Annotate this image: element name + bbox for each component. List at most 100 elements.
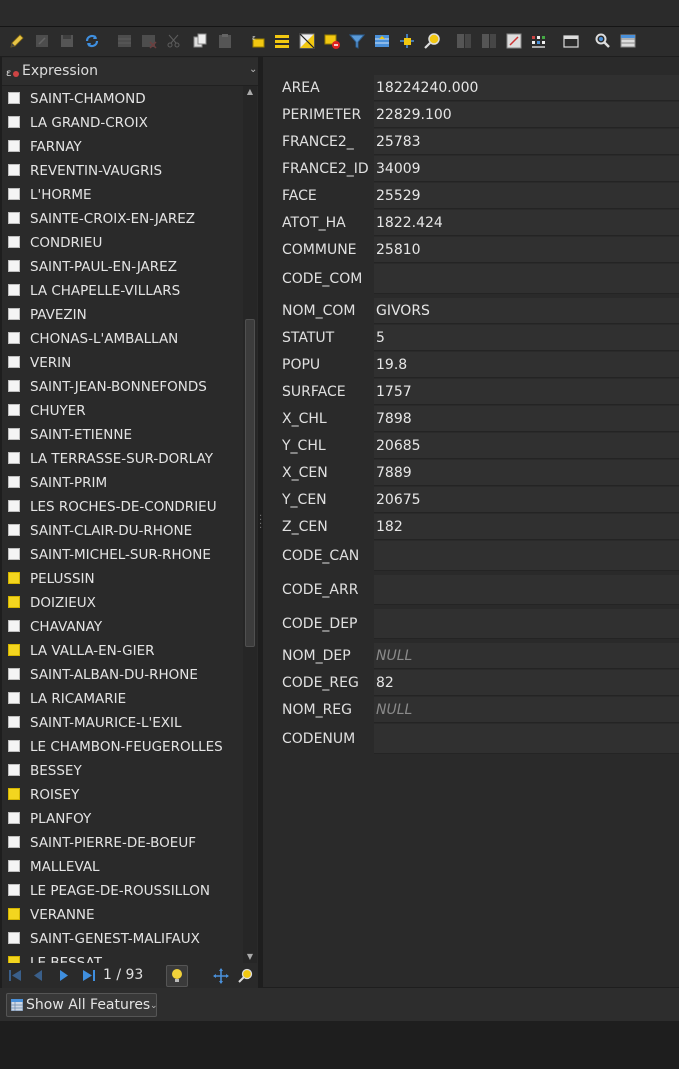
list-item[interactable]: MALLEVAL <box>2 855 243 879</box>
feature-checkbox[interactable] <box>8 92 20 104</box>
field-value-input[interactable]: 18224240.000 <box>374 75 679 101</box>
show-all-features-dropdown[interactable]: Show All Features ⌄ <box>6 993 158 1017</box>
pan-to-selection-icon[interactable] <box>398 32 416 50</box>
field-value-input[interactable]: 7889 <box>374 460 679 486</box>
table-view-icon[interactable] <box>619 32 637 50</box>
list-item[interactable]: CHUYER <box>2 399 243 423</box>
field-value-input[interactable]: 25529 <box>374 183 679 209</box>
list-item[interactable]: LA RICAMARIE <box>2 687 243 711</box>
feature-checkbox[interactable] <box>8 236 20 248</box>
select-by-expression-icon[interactable]: ε <box>249 32 267 50</box>
save-edits-icon[interactable] <box>33 32 51 50</box>
feature-checkbox[interactable] <box>8 284 20 296</box>
field-value-input[interactable]: 19.8 <box>374 352 679 378</box>
scroll-up-icon[interactable]: ▲ <box>245 87 255 97</box>
feature-checkbox[interactable] <box>8 164 20 176</box>
save-icon[interactable] <box>58 32 76 50</box>
list-item[interactable]: SAINT-PAUL-EN-JAREZ <box>2 255 243 279</box>
field-value-input[interactable]: 182 <box>374 514 679 540</box>
field-value-input[interactable]: NULL <box>374 643 679 669</box>
list-item[interactable]: ROISEY <box>2 783 243 807</box>
feature-list-scrollbar[interactable]: ▲ ▼ <box>243 86 257 963</box>
pencil-icon[interactable] <box>8 32 26 50</box>
feature-checkbox[interactable] <box>8 212 20 224</box>
list-item[interactable]: SAINT-CHAMOND <box>2 87 243 111</box>
field-value-input[interactable]: 5 <box>374 325 679 351</box>
zoom-icon[interactable] <box>237 968 253 984</box>
first-feature-icon[interactable] <box>8 969 22 982</box>
list-item[interactable]: L'HORME <box>2 183 243 207</box>
list-item[interactable]: PAVEZIN <box>2 303 243 327</box>
delete-feature-icon[interactable] <box>140 32 158 50</box>
feature-checkbox[interactable] <box>8 908 20 920</box>
feature-checkbox[interactable] <box>8 380 20 392</box>
feature-checkbox[interactable] <box>8 788 20 800</box>
feature-checkbox[interactable] <box>8 260 20 272</box>
feature-checkbox[interactable] <box>8 932 20 944</box>
list-item[interactable]: CHAVANAY <box>2 615 243 639</box>
scroll-down-icon[interactable]: ▼ <box>245 952 255 962</box>
list-item[interactable]: LE BESSAT <box>2 951 243 963</box>
feature-checkbox[interactable] <box>8 740 20 752</box>
list-item[interactable]: SAINT-GENEST-MALIFAUX <box>2 927 243 951</box>
field-value-input[interactable] <box>374 609 679 639</box>
list-item[interactable]: SAINT-ALBAN-DU-RHONE <box>2 663 243 687</box>
feature-checkbox[interactable] <box>8 116 20 128</box>
list-item[interactable]: SAINT-CLAIR-DU-RHONE <box>2 519 243 543</box>
next-feature-icon[interactable] <box>58 969 70 982</box>
last-feature-icon[interactable] <box>82 969 96 982</box>
feature-checkbox[interactable] <box>8 548 20 560</box>
field-value-input[interactable]: NULL <box>374 697 679 723</box>
actions-icon[interactable] <box>594 32 612 50</box>
field-calculator-icon[interactable] <box>505 32 523 50</box>
feature-checkbox[interactable] <box>8 188 20 200</box>
invert-selection-icon[interactable] <box>298 32 316 50</box>
list-item[interactable]: VERANNE <box>2 903 243 927</box>
expression-dropdown[interactable]: ε Expression ⌄ <box>2 58 258 86</box>
list-item[interactable]: SAINT-JEAN-BONNEFONDS <box>2 375 243 399</box>
delete-field-icon[interactable] <box>480 32 498 50</box>
field-value-input[interactable]: 82 <box>374 670 679 696</box>
field-value-input[interactable]: 7898 <box>374 406 679 432</box>
field-value-input[interactable]: 25810 <box>374 237 679 263</box>
list-item[interactable]: FARNAY <box>2 135 243 159</box>
feature-checkbox[interactable] <box>8 836 20 848</box>
feature-checkbox[interactable] <box>8 476 20 488</box>
copy-icon[interactable] <box>191 32 209 50</box>
feature-checkbox[interactable] <box>8 764 20 776</box>
zoom-to-selection-icon[interactable] <box>423 32 441 50</box>
list-item[interactable]: LE PEAGE-DE-ROUSSILLON <box>2 879 243 903</box>
feature-checkbox[interactable] <box>8 644 20 656</box>
list-item[interactable]: LES ROCHES-DE-CONDRIEU <box>2 495 243 519</box>
list-item[interactable]: SAINT-MICHEL-SUR-RHONE <box>2 543 243 567</box>
field-value-input[interactable] <box>374 575 679 605</box>
feature-checkbox[interactable] <box>8 668 20 680</box>
list-item[interactable]: BESSEY <box>2 759 243 783</box>
feature-checkbox[interactable] <box>8 956 20 963</box>
feature-checkbox[interactable] <box>8 332 20 344</box>
highlight-toggle-button[interactable] <box>166 965 188 987</box>
feature-checkbox[interactable] <box>8 884 20 896</box>
list-item[interactable]: LA VALLA-EN-GIER <box>2 639 243 663</box>
feature-checkbox[interactable] <box>8 572 20 584</box>
list-item[interactable]: SAINT-PRIM <box>2 471 243 495</box>
field-value-input[interactable]: 1822.424 <box>374 210 679 236</box>
list-item[interactable]: PELUSSIN <box>2 567 243 591</box>
splitter-grip[interactable]: · · · · <box>259 512 262 534</box>
list-item[interactable]: SAINT-PIERRE-DE-BOEUF <box>2 831 243 855</box>
feature-checkbox[interactable] <box>8 356 20 368</box>
feature-list[interactable]: SAINT-CHAMOND LA GRAND-CROIX FARNAY REVENTI… <box>2 86 243 963</box>
feature-checkbox[interactable] <box>8 428 20 440</box>
feature-checkbox[interactable] <box>8 596 20 608</box>
field-value-input[interactable]: 20675 <box>374 487 679 513</box>
new-field-icon[interactable] <box>455 32 473 50</box>
field-value-input[interactable] <box>374 264 679 294</box>
add-feature-icon[interactable] <box>116 32 134 50</box>
dock-icon[interactable] <box>562 32 580 50</box>
list-item[interactable]: CONDRIEU <box>2 231 243 255</box>
pan-icon[interactable] <box>213 968 229 984</box>
feature-checkbox[interactable] <box>8 452 20 464</box>
filter-icon[interactable] <box>348 32 366 50</box>
feature-checkbox[interactable] <box>8 308 20 320</box>
list-item[interactable]: VERIN <box>2 351 243 375</box>
